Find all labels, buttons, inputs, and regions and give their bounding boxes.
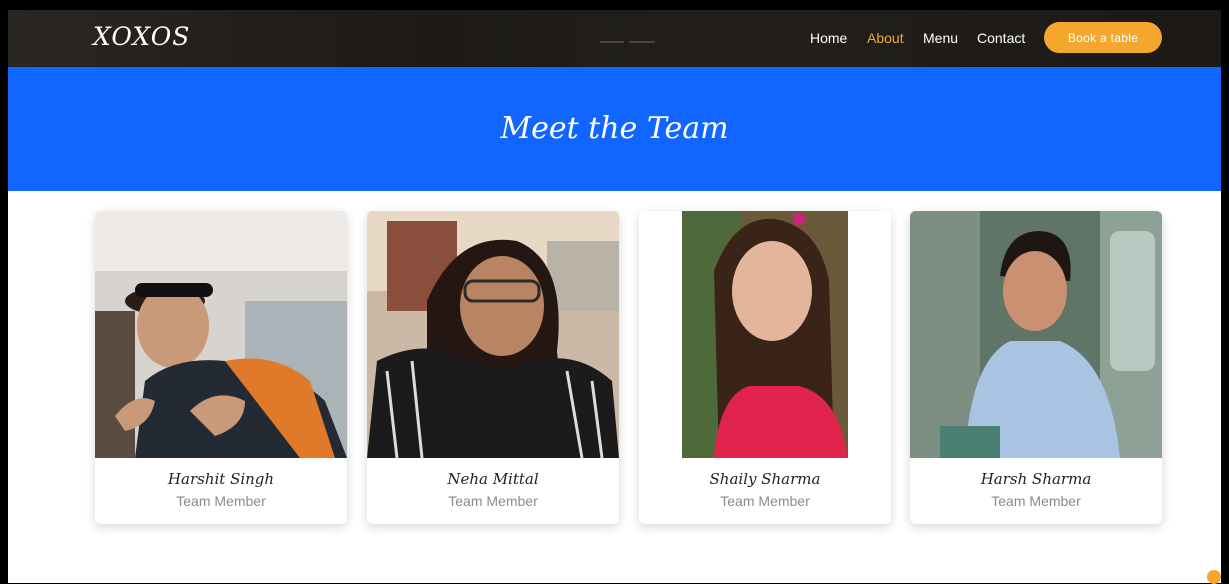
nav-menu[interactable]: Menu [923, 30, 958, 46]
member-name: Neha Mittal [447, 470, 539, 488]
team-card-neha[interactable]: Neha Mittal Team Member [367, 211, 619, 524]
slider-indicator-1[interactable] [600, 41, 624, 43]
member-role: Team Member [176, 493, 266, 509]
member-name: Harsh Sharma [980, 470, 1092, 488]
team-photo-harsh [910, 211, 1162, 458]
book-table-button[interactable]: Book a table [1044, 22, 1162, 53]
team-card-harshit[interactable]: Harshit Singh Team Member [95, 211, 347, 524]
site-logo[interactable]: XOXOS [93, 22, 190, 51]
page-title: Meet the Team [500, 110, 729, 146]
nav-contact[interactable]: Contact [977, 30, 1025, 46]
member-role: Team Member [991, 493, 1081, 509]
page-frame: XOXOS Home About Menu Contact Book a tab… [8, 10, 1221, 583]
team-card-shaily[interactable]: Shaily Sharma Team Member [639, 211, 891, 524]
site-header: XOXOS Home About Menu Contact Book a tab… [8, 10, 1221, 67]
scroll-to-top-button[interactable] [1207, 570, 1221, 584]
team-photo-shaily [639, 211, 891, 458]
nav-about[interactable]: About [867, 30, 904, 46]
member-role: Team Member [448, 493, 538, 509]
member-role: Team Member [720, 493, 810, 509]
team-banner: Meet the Team [8, 67, 1221, 191]
team-photo-neha [367, 211, 619, 458]
slider-indicator-2[interactable] [629, 41, 655, 43]
team-card-harsh[interactable]: Harsh Sharma Team Member [910, 211, 1162, 524]
member-name: Harshit Singh [167, 470, 275, 488]
member-name: Shaily Sharma [709, 470, 821, 488]
nav-home[interactable]: Home [810, 30, 847, 46]
team-photo-harshit [95, 211, 347, 458]
